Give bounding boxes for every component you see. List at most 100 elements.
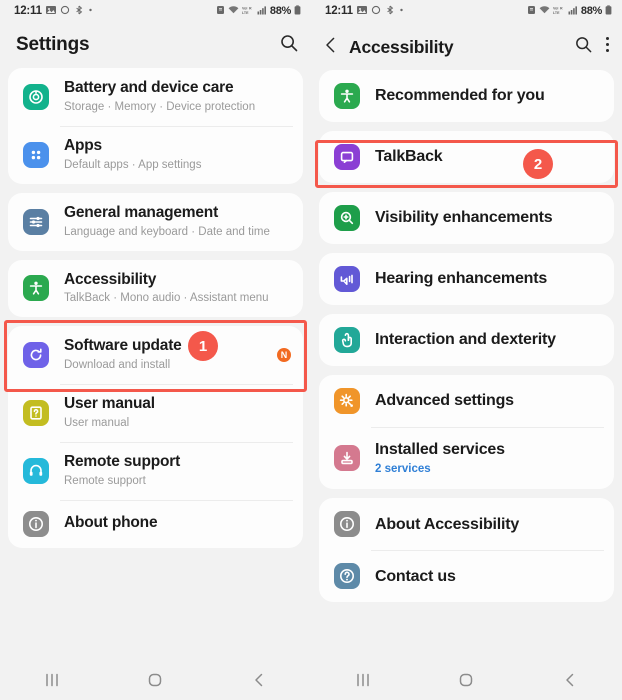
row-title: About phone (64, 514, 158, 532)
row-icon-wrap (20, 510, 52, 537)
row-text: Software update Download and install (64, 337, 271, 373)
row-title: Remote support (64, 453, 181, 471)
row-text: Contact us (375, 567, 602, 587)
battery-icon (294, 4, 301, 18)
list-item[interactable]: General management Language and keyboard … (8, 193, 303, 251)
bluetooth-share-icon (74, 5, 84, 18)
list-item[interactable]: Remote support Remote support (8, 442, 303, 500)
list-item[interactable]: Accessibility TalkBack · Mono audio · Ass… (8, 260, 303, 318)
wifi-icon (228, 5, 239, 18)
row-title: Battery and device care (64, 79, 234, 96)
row-text: TalkBack (375, 147, 602, 167)
row-title: Advanced settings (375, 392, 514, 410)
accessibility-list[interactable]: Recommended for you TalkBack Visibility en… (311, 70, 622, 660)
row-text: User manual User manual (64, 395, 291, 431)
search-icon[interactable] (279, 33, 299, 58)
list-item[interactable]: Advanced settings (319, 375, 614, 427)
new-badge: N (277, 348, 291, 363)
back-arrow-icon[interactable] (321, 35, 341, 60)
row-icon-wrap (331, 144, 363, 170)
list-item[interactable]: Recommended for you (319, 70, 614, 122)
row-subtitle-link[interactable]: 2 services (375, 462, 602, 477)
interaction-icon (334, 327, 360, 353)
list-item[interactable]: Hearing enhancements (319, 253, 614, 305)
search-icon[interactable] (574, 35, 593, 59)
settings-card: Interaction and dexterity (319, 314, 614, 366)
settings-card: Software update Download and install N User… (8, 326, 303, 548)
row-text: Visibility enhancements (375, 208, 602, 228)
recommended-icon (334, 83, 360, 109)
recents-icon[interactable] (22, 660, 82, 700)
list-item[interactable]: Software update Download and install N (8, 326, 303, 384)
svg-text:Vol: Vol (242, 6, 247, 10)
row-icon-wrap (331, 445, 363, 472)
row-title: General management (64, 203, 219, 221)
list-item[interactable]: Contact us (319, 550, 614, 602)
row-icon-wrap (20, 457, 52, 484)
row-text: Apps Default apps · App settings (64, 137, 291, 173)
row-icon-wrap (331, 511, 363, 538)
navigation-bar-right (311, 660, 622, 700)
row-text: Advanced settings (375, 391, 602, 411)
row-icon-wrap (331, 266, 363, 292)
row-icon-wrap (20, 400, 52, 427)
status-bar-left-group-2: 12:11 (325, 5, 404, 18)
accessibility-icon (23, 275, 49, 302)
accessibility-screen: 12:11 Vol R LTE 88% Accessibility Recomm… (311, 0, 622, 700)
row-title: Software update (64, 337, 182, 355)
row-subtitle: User manual (64, 417, 130, 430)
row-icon-wrap (20, 275, 52, 302)
contact-us-icon (334, 563, 360, 590)
row-title: Interaction and dexterity (375, 331, 556, 349)
settings-card: Recommended for you (319, 70, 614, 122)
navigation-bar-left (0, 660, 311, 700)
back-icon[interactable] (540, 660, 600, 700)
status-bar-right-group-2: Vol R LTE 88% (527, 4, 612, 18)
list-item[interactable]: Interaction and dexterity (319, 314, 614, 366)
signal-icon (257, 5, 267, 18)
battery-care-icon (23, 83, 49, 110)
svg-text:R: R (560, 6, 563, 10)
settings-card: TalkBack (319, 131, 614, 183)
talkback-icon (334, 144, 360, 170)
list-item[interactable]: About Accessibility (319, 498, 614, 550)
list-item[interactable]: Apps Default apps · App settings (8, 125, 303, 184)
circle-icon (371, 5, 381, 18)
settings-card: Visibility enhancements (319, 192, 614, 244)
app-bar-actions (279, 33, 299, 58)
row-text: Remote support Remote support (64, 453, 291, 489)
settings-list[interactable]: Battery and device care Storage · Memory … (0, 68, 311, 660)
alarm-icon (527, 5, 536, 18)
recents-icon[interactable] (333, 660, 393, 700)
screenshot-icon (356, 5, 367, 18)
home-icon[interactable] (125, 660, 185, 700)
installed-services-icon (334, 445, 360, 472)
settings-app-bar: Settings (0, 22, 311, 68)
list-item[interactable]: Visibility enhancements (319, 192, 614, 244)
row-title: Contact us (375, 567, 456, 585)
row-icon-wrap (20, 141, 52, 168)
settings-card: Advanced settings Installed services 2 ser… (319, 375, 614, 490)
row-title: TalkBack (375, 148, 443, 166)
more-vertical-icon[interactable] (605, 35, 610, 59)
battery-percent-2: 88% (580, 5, 602, 17)
bluetooth-share-icon (385, 5, 395, 18)
about-phone-icon (23, 510, 49, 537)
status-bar-left: 12:11 Vol R LTE 88% (0, 0, 311, 22)
list-item[interactable]: Battery and device care Storage · Memory … (8, 68, 303, 126)
list-item[interactable]: About phone (8, 499, 303, 548)
svg-text:LTE: LTE (553, 11, 560, 15)
dot-icon (88, 5, 93, 18)
home-icon[interactable] (436, 660, 496, 700)
list-item[interactable]: Installed services 2 services (319, 427, 614, 489)
list-item[interactable]: User manual User manual (8, 384, 303, 442)
advanced-settings-icon (334, 388, 360, 414)
list-item[interactable]: TalkBack (319, 131, 614, 183)
row-title: User manual (64, 395, 155, 413)
back-icon[interactable] (229, 660, 289, 700)
wifi-icon (539, 5, 550, 18)
status-time-2: 12:11 (325, 5, 353, 17)
row-title: Visibility enhancements (375, 209, 553, 227)
row-icon-wrap (331, 205, 363, 231)
software-update-icon (23, 342, 49, 369)
